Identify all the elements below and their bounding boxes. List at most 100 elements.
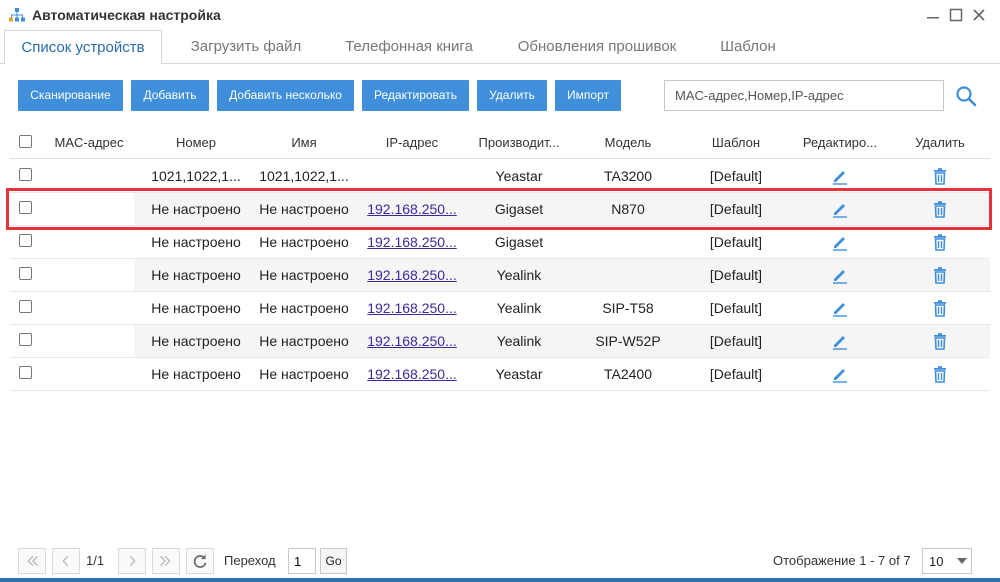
cell-name: Не настроено	[259, 333, 349, 349]
header-number[interactable]: Номер	[144, 126, 248, 159]
cell-model	[576, 259, 680, 291]
cell-ip-link[interactable]: 192.168.250...	[362, 292, 462, 324]
tab-upload-file[interactable]: Загрузить файл	[174, 30, 318, 64]
cell-ip-link[interactable]: 192.168.250...	[362, 325, 462, 357]
cell-number: Не настроено	[151, 201, 241, 217]
trash-icon[interactable]	[931, 365, 949, 383]
cell-name: Не настроено	[259, 234, 349, 250]
header-manufacturer[interactable]: Производит...	[466, 126, 572, 159]
cell-ip-link[interactable]: 192.168.250...	[362, 226, 462, 258]
header-model[interactable]: Модель	[576, 126, 680, 159]
table-row[interactable]: Не настроено Не настроено 192.168.250...…	[10, 292, 990, 325]
last-page-icon[interactable]	[152, 548, 180, 574]
table-row[interactable]: Не настроено Не настроено 192.168.250...…	[10, 226, 990, 259]
edit-icon[interactable]	[831, 233, 849, 251]
header-mac[interactable]: MAC-адрес	[44, 126, 134, 159]
refresh-icon[interactable]	[186, 548, 214, 574]
cell-template: [Default]	[709, 366, 763, 382]
cell-model: SIP-T58	[602, 300, 654, 316]
tab-device-list[interactable]: Список устройств	[4, 30, 162, 65]
cell-mac	[44, 226, 134, 258]
row-checkbox[interactable]	[19, 267, 32, 280]
table-row[interactable]: 1021,1022,1... 1021,1022,1... Yeastar TA…	[10, 160, 990, 193]
tab-firmware-updates[interactable]: Обновления прошивок	[502, 30, 692, 64]
next-page-icon[interactable]	[118, 548, 146, 574]
scan-button[interactable]: Сканирование	[18, 80, 123, 111]
cell-template: [Default]	[709, 201, 763, 217]
row-checkbox[interactable]	[19, 168, 32, 181]
cell-name: Не настроено	[259, 366, 349, 382]
delete-button[interactable]: Удалить	[477, 80, 547, 111]
cell-number: Не настроено	[151, 300, 241, 316]
trash-icon[interactable]	[931, 266, 949, 284]
edit-icon[interactable]	[831, 365, 849, 383]
row-checkbox[interactable]	[19, 234, 32, 247]
cell-number: Не настроено	[151, 267, 241, 283]
network-icon	[9, 8, 25, 22]
cell-template: [Default]	[709, 168, 763, 184]
header-template[interactable]: Шаблон	[684, 126, 788, 159]
cell-number: Не настроено	[151, 366, 241, 382]
cell-mac	[44, 160, 134, 192]
maximize-icon[interactable]	[947, 6, 965, 24]
edit-icon[interactable]	[831, 167, 849, 185]
import-button[interactable]: Импорт	[555, 80, 621, 111]
cell-mac	[44, 193, 134, 225]
cell-manufacturer: Yeastar	[495, 168, 543, 184]
minimize-icon[interactable]	[924, 6, 942, 24]
row-checkbox[interactable]	[19, 366, 32, 379]
cell-ip-link[interactable]: 192.168.250...	[362, 259, 462, 291]
close-icon[interactable]	[970, 6, 988, 24]
edit-icon[interactable]	[831, 266, 849, 284]
add-button[interactable]: Добавить	[131, 80, 209, 111]
search-icon[interactable]	[955, 85, 977, 107]
trash-icon[interactable]	[931, 233, 949, 251]
trash-icon[interactable]	[931, 200, 949, 218]
edit-icon[interactable]	[831, 299, 849, 317]
cell-model	[576, 226, 680, 258]
edit-icon[interactable]	[831, 200, 849, 218]
cell-ip-link[interactable]: 192.168.250...	[362, 193, 462, 225]
tab-phonebook[interactable]: Телефонная книга	[330, 30, 488, 64]
cell-mac	[44, 325, 134, 357]
go-button[interactable]: Go	[320, 548, 347, 574]
add-multiple-button[interactable]: Добавить несколько	[217, 80, 354, 111]
search-input[interactable]	[664, 80, 944, 111]
page-size-select[interactable]: 10	[922, 548, 972, 574]
row-checkbox[interactable]	[19, 201, 32, 214]
trash-icon[interactable]	[931, 167, 949, 185]
window-title: Автоматическая настройка	[32, 7, 221, 23]
select-all-checkbox[interactable]	[19, 135, 32, 148]
tab-template[interactable]: Шаблон	[706, 30, 790, 64]
cell-name: Не настроено	[259, 267, 349, 283]
title-bar: Автоматическая настройка	[0, 0, 1000, 30]
row-checkbox[interactable]	[19, 300, 32, 313]
cell-name: 1021,1022,1...	[259, 168, 349, 184]
cell-model: TA2400	[604, 366, 652, 382]
header-name[interactable]: Имя	[254, 126, 354, 159]
edit-button[interactable]: Редактировать	[362, 80, 469, 111]
cell-manufacturer: Gigaset	[494, 234, 544, 250]
table-header: MAC-адрес Номер Имя IP-адрес Производит.…	[10, 126, 990, 159]
first-page-icon[interactable]	[18, 548, 46, 574]
trash-icon[interactable]	[931, 299, 949, 317]
cell-mac	[44, 259, 134, 291]
table-row[interactable]: Не настроено Не настроено 192.168.250...…	[10, 358, 990, 391]
cell-manufacturer: Yealink	[496, 333, 542, 349]
cell-manufacturer: Gigaset	[494, 201, 544, 217]
trash-icon[interactable]	[931, 332, 949, 350]
goto-page-input[interactable]	[288, 548, 316, 574]
cell-ip	[362, 160, 462, 192]
table-row[interactable]: Не настроено Не настроено 192.168.250...…	[10, 325, 990, 358]
table-row[interactable]: Не настроено Не настроено 192.168.250...…	[10, 193, 990, 226]
prev-page-icon[interactable]	[52, 548, 80, 574]
cell-ip-link[interactable]: 192.168.250...	[362, 358, 462, 390]
cell-template: [Default]	[709, 234, 763, 250]
cell-manufacturer: Yealink	[496, 267, 542, 283]
edit-icon[interactable]	[831, 332, 849, 350]
cell-number: Не настроено	[151, 234, 241, 250]
table-row[interactable]: Не настроено Не настроено 192.168.250...…	[10, 259, 990, 292]
row-checkbox[interactable]	[19, 333, 32, 346]
header-ip[interactable]: IP-адрес	[362, 126, 462, 159]
cell-model: TA3200	[604, 168, 652, 184]
